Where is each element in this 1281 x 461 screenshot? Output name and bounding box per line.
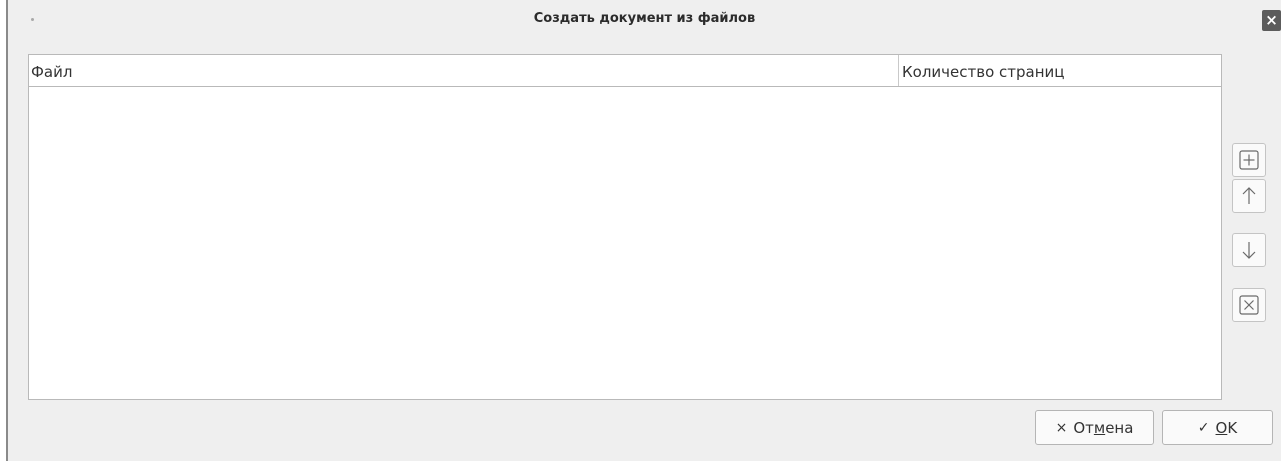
column-header-file[interactable]: Файл [29, 55, 899, 86]
close-button[interactable]: × [1262, 10, 1281, 31]
arrow-down-icon [1242, 242, 1256, 259]
checkmark-icon: ✓ [1197, 419, 1210, 436]
x-in-box-icon [1239, 295, 1259, 315]
window-left-edge [0, 0, 8, 461]
move-up-button[interactable] [1232, 179, 1266, 213]
cancel-button[interactable]: × Отмена [1035, 410, 1154, 445]
titlebar: Создать документ из файлов [8, 0, 1281, 38]
close-icon: × [1265, 11, 1278, 29]
dialog-body: Файл Количество страниц × Отмена ✓ OK [8, 38, 1281, 461]
remove-file-button[interactable] [1232, 288, 1266, 322]
plus-in-box-icon [1239, 150, 1259, 170]
ok-label: OK [1215, 418, 1238, 437]
move-down-button[interactable] [1232, 233, 1266, 267]
cancel-label: Отмена [1073, 418, 1134, 437]
table-header: Файл Количество страниц [29, 55, 1221, 87]
files-table[interactable]: Файл Количество страниц [28, 54, 1222, 400]
column-header-page-count[interactable]: Количество страниц [899, 55, 1222, 86]
close-icon: × [1055, 419, 1068, 436]
window-title: Создать документ из файлов [533, 11, 756, 26]
ok-button[interactable]: ✓ OK [1162, 410, 1273, 445]
arrow-up-icon [1242, 187, 1256, 204]
add-file-button[interactable] [1232, 143, 1266, 177]
